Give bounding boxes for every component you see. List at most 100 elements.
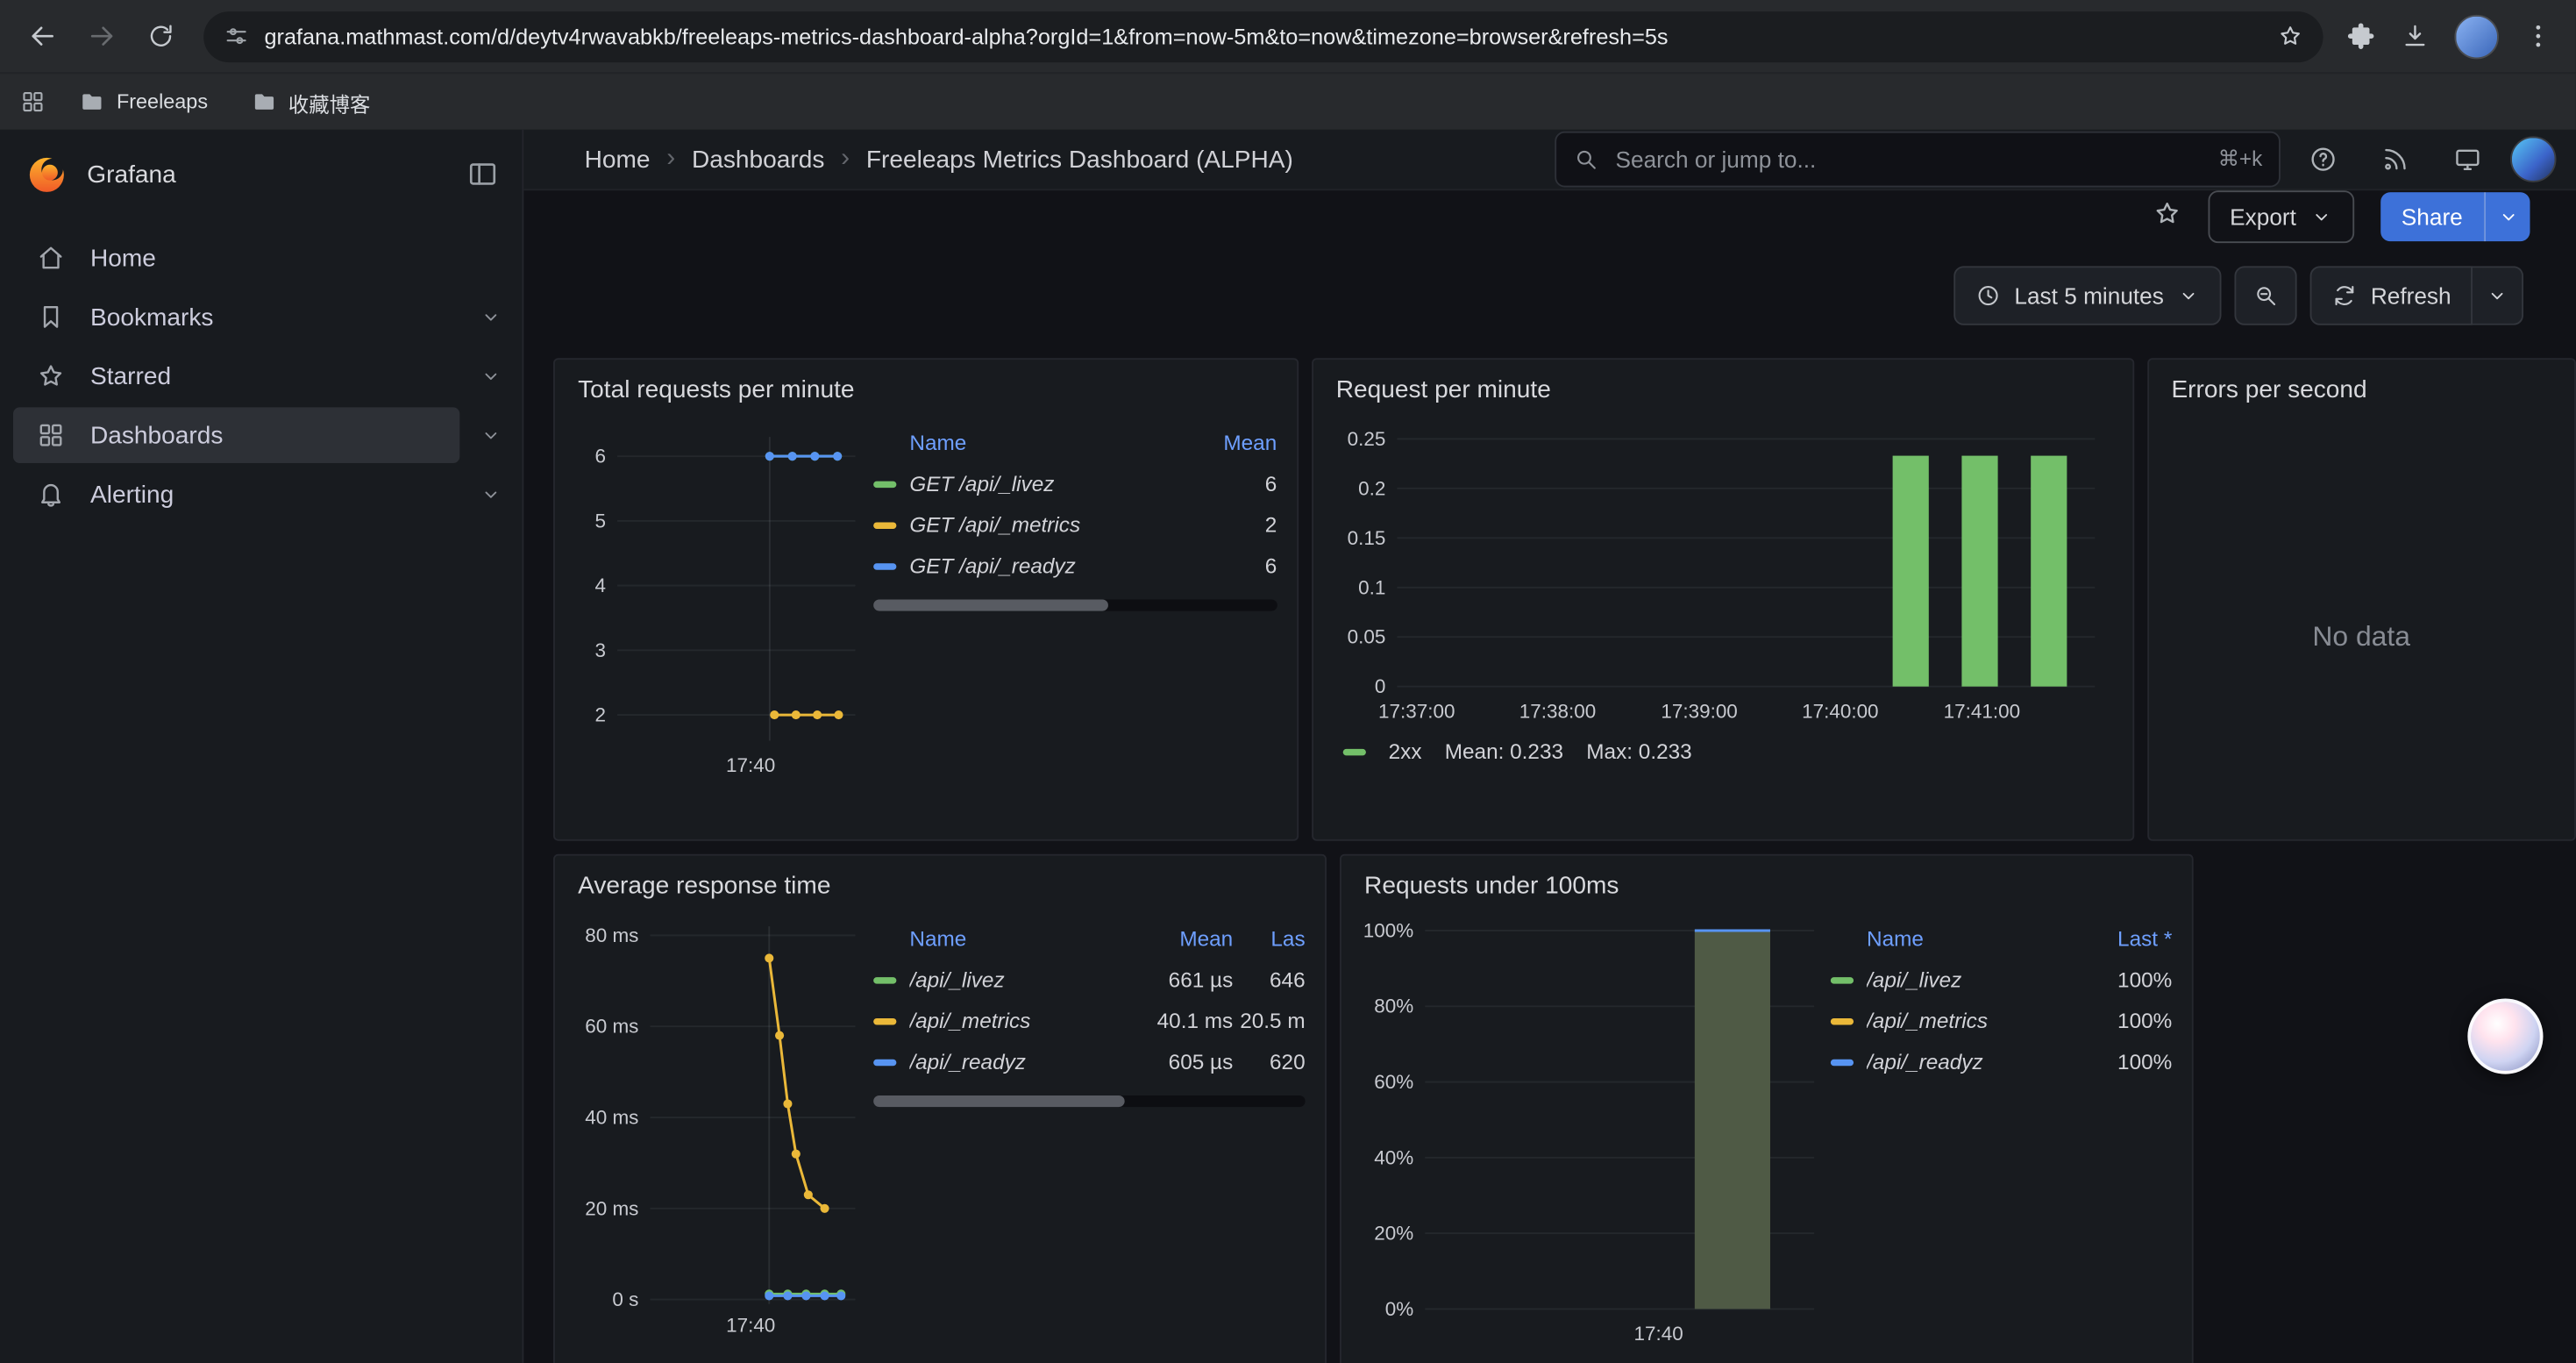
bookmarks-bar: Freeleaps 收藏博客 <box>0 72 2576 130</box>
downloads-icon[interactable] <box>2401 21 2430 51</box>
sidebar-item-dashboards[interactable]: Dashboards <box>0 407 522 463</box>
series-name[interactable]: /api/_readyz <box>909 1050 1141 1074</box>
panel-title[interactable]: Requests under 100ms <box>1364 872 2172 900</box>
legend-col-last[interactable]: Last * <box>2080 926 2172 951</box>
share-menu-button[interactable] <box>2484 192 2530 241</box>
panel-title[interactable]: Request per minute <box>1336 376 2112 404</box>
legend-col-name[interactable]: Name <box>1831 926 2081 951</box>
legend-scrollbar[interactable] <box>873 599 1277 610</box>
no-data-message: No data <box>2148 435 2574 839</box>
series-name[interactable]: GET /api/_livez <box>909 471 1185 496</box>
legend-row: /api/_livez 661 µs 646 <box>873 960 1305 1001</box>
average-response-time-chart[interactable]: 80 ms60 ms40 ms20 ms0 s17:40 <box>574 910 864 1343</box>
news-button[interactable] <box>2366 130 2424 189</box>
series-name[interactable]: /api/_livez <box>909 967 1141 992</box>
requests-under-100ms-chart[interactable]: 100%80%60%40%20%0%17:40 <box>1361 910 1820 1352</box>
url-text[interactable]: grafana.mathmast.com/d/deytv4rwavabkb/fr… <box>264 24 2260 48</box>
site-settings-icon[interactable] <box>224 23 250 49</box>
refresh-interval-button[interactable] <box>2473 266 2523 325</box>
panel-title[interactable]: Errors per second <box>2171 376 2554 404</box>
series-name[interactable]: /api/_readyz <box>1867 1050 2080 1074</box>
sidebar-item-starred[interactable]: Starred <box>0 348 522 404</box>
refresh-button[interactable]: Refresh <box>2310 266 2473 325</box>
chevron-down-icon[interactable] <box>480 483 502 506</box>
legend-col-name[interactable]: Name <box>873 431 1185 455</box>
extensions-icon[interactable] <box>2346 21 2376 51</box>
legend-row: /api/_readyz 100% <box>1831 1041 2172 1082</box>
forward-icon <box>85 19 117 52</box>
favorite-dashboard-button[interactable] <box>2153 198 2182 236</box>
breadcrumb-separator: › <box>841 145 850 175</box>
legend-table: Name Last * /api/_livez 100% <box>1821 910 2173 1352</box>
export-button[interactable]: Export <box>2209 190 2354 243</box>
series-name[interactable]: GET /api/_metrics <box>909 512 1185 537</box>
series-marker <box>873 562 896 568</box>
user-avatar[interactable] <box>2510 136 2556 182</box>
svg-text:4: 4 <box>594 574 606 596</box>
svg-text:100%: 100% <box>1363 919 1413 941</box>
total-requests-chart[interactable]: 6543217:40 <box>574 414 864 783</box>
panel-title[interactable]: Total requests per minute <box>578 376 1277 404</box>
scrollbar-thumb[interactable] <box>873 599 1107 610</box>
bookmark-folder-blogs[interactable]: 收藏博客 <box>238 82 384 123</box>
help-button[interactable] <box>2294 130 2352 189</box>
home-icon <box>36 243 66 273</box>
chevron-down-icon <box>2486 284 2508 307</box>
legend-scrollbar[interactable] <box>873 1095 1305 1107</box>
series-last: 620 <box>1233 1050 1305 1074</box>
series-name[interactable]: 2xx <box>1389 739 1422 764</box>
main-area: Home › Dashboards › Freeleaps Metrics Da… <box>523 130 2576 1363</box>
series-mean: 40.1 ms <box>1141 1009 1233 1033</box>
kiosk-button[interactable] <box>2438 130 2497 189</box>
legend-col-mean[interactable]: Mean <box>1185 431 1277 455</box>
forward-button[interactable] <box>72 6 131 65</box>
browser-menu-icon[interactable] <box>2523 21 2553 51</box>
series-name[interactable]: /api/_livez <box>1867 967 2080 992</box>
apps-grid-icon[interactable] <box>19 89 46 115</box>
breadcrumb-separator: › <box>666 145 675 175</box>
zoom-out-button[interactable] <box>2234 266 2296 325</box>
chevron-down-icon <box>2496 205 2519 228</box>
chevron-down-icon <box>2309 205 2332 228</box>
legend-row: /api/_metrics 40.1 ms 20.5 m <box>873 1000 1305 1041</box>
sidebar-item-alerting[interactable]: Alerting <box>0 467 522 523</box>
series-name[interactable]: /api/_metrics <box>1867 1009 2080 1033</box>
panel-request-per-minute: Request per minute 0.250.20.150.10.05017… <box>1312 358 2134 841</box>
folder-icon <box>251 89 277 115</box>
scrollbar-thumb[interactable] <box>873 1095 1124 1107</box>
sidebar-item-bookmarks[interactable]: Bookmarks <box>0 289 522 346</box>
time-range-picker[interactable]: Last 5 minutes <box>1953 266 2221 325</box>
back-icon <box>26 19 59 52</box>
legend-col-mean[interactable]: Mean <box>1141 926 1233 951</box>
series-name[interactable]: GET /api/_readyz <box>909 553 1185 578</box>
back-button[interactable] <box>13 6 72 65</box>
breadcrumb-home[interactable]: Home <box>585 146 651 174</box>
legend-row: /api/_metrics 100% <box>1831 1000 2172 1041</box>
series-name[interactable]: /api/_metrics <box>909 1009 1141 1033</box>
legend-col-name[interactable]: Name <box>873 926 1141 951</box>
browser-profile-avatar[interactable] <box>2454 14 2499 59</box>
chevron-down-icon[interactable] <box>480 424 502 446</box>
bookmark-folder-freeleaps[interactable]: Freeleaps <box>66 83 221 119</box>
bookmark-star-icon[interactable] <box>2277 23 2303 49</box>
svg-text:0.05: 0.05 <box>1347 626 1385 648</box>
assistant-avatar[interactable] <box>2467 998 2543 1074</box>
search-input[interactable] <box>1612 145 2218 175</box>
svg-text:0: 0 <box>1374 675 1384 697</box>
sidebar-toggle-icon[interactable] <box>466 158 499 190</box>
share-button[interactable]: Share <box>2380 192 2484 241</box>
dashboard-actions: Export Share <box>523 190 2576 243</box>
reload-button[interactable] <box>132 6 190 65</box>
sidebar-item-home[interactable]: Home <box>0 230 522 286</box>
sidebar-item-label: Dashboards <box>90 421 223 449</box>
series-last: 20.5 m <box>1233 1009 1305 1033</box>
search-box[interactable]: ⌘+k <box>1555 132 2281 188</box>
grafana-logo[interactable] <box>26 153 68 195</box>
panel-title[interactable]: Average response time <box>578 872 1306 900</box>
breadcrumb-dashboards[interactable]: Dashboards <box>692 146 824 174</box>
chevron-down-icon[interactable] <box>480 365 502 388</box>
url-bar[interactable]: grafana.mathmast.com/d/deytv4rwavabkb/fr… <box>203 11 2323 61</box>
legend-col-last[interactable]: Las <box>1233 926 1305 951</box>
request-per-minute-chart[interactable]: 0.250.20.150.10.05017:37:0017:38:0017:39… <box>1333 414 2104 730</box>
chevron-down-icon[interactable] <box>480 305 502 328</box>
